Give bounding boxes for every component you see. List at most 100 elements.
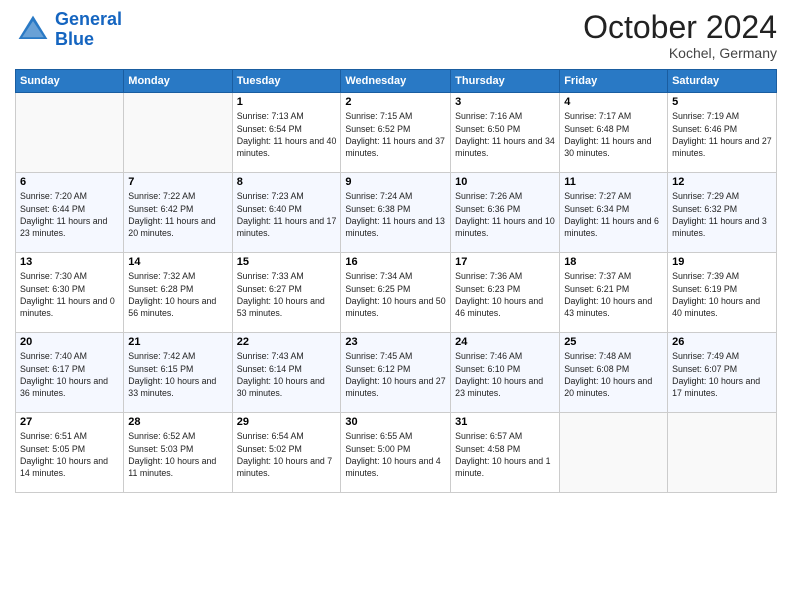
day-info: Sunrise: 7:22 AMSunset: 6:42 PMDaylight:…: [128, 190, 227, 239]
day-cell: 27 Sunrise: 6:51 AMSunset: 5:05 PMDayligh…: [16, 413, 124, 493]
day-cell: 21 Sunrise: 7:42 AMSunset: 6:15 PMDayligh…: [124, 333, 232, 413]
day-number: 30: [345, 416, 446, 428]
day-info: Sunrise: 7:46 AMSunset: 6:10 PMDaylight:…: [455, 350, 555, 399]
day-number: 12: [672, 176, 772, 188]
page: General Blue October 2024 Kochel, German…: [0, 0, 792, 612]
month-title: October 2024: [583, 10, 777, 45]
day-cell: 8 Sunrise: 7:23 AMSunset: 6:40 PMDaylight…: [232, 173, 341, 253]
day-info: Sunrise: 7:13 AMSunset: 6:54 PMDaylight:…: [237, 110, 337, 159]
day-number: 24: [455, 336, 555, 348]
day-cell: 5Sunrise: 7:19 AMSunset: 6:46 PMDaylight…: [668, 93, 777, 173]
day-cell: [16, 93, 124, 173]
day-info: Sunrise: 7:40 AMSunset: 6:17 PMDaylight:…: [20, 350, 119, 399]
day-info: Sunrise: 7:48 AMSunset: 6:08 PMDaylight:…: [564, 350, 663, 399]
day-number: 7: [128, 176, 227, 188]
header-wednesday: Wednesday: [341, 70, 451, 93]
day-info: Sunrise: 7:43 AMSunset: 6:14 PMDaylight:…: [237, 350, 337, 399]
calendar-table: Sunday Monday Tuesday Wednesday Thursday…: [15, 69, 777, 493]
day-info: Sunrise: 6:52 AMSunset: 5:03 PMDaylight:…: [128, 430, 227, 479]
day-number: 13: [20, 256, 119, 268]
logo-text: General Blue: [55, 10, 122, 50]
day-number: 28: [128, 416, 227, 428]
day-cell: 3Sunrise: 7:16 AMSunset: 6:50 PMDaylight…: [451, 93, 560, 173]
day-cell: 12 Sunrise: 7:29 AMSunset: 6:32 PMDayligh…: [668, 173, 777, 253]
day-cell: 22 Sunrise: 7:43 AMSunset: 6:14 PMDayligh…: [232, 333, 341, 413]
day-info: Sunrise: 7:27 AMSunset: 6:34 PMDaylight:…: [564, 190, 663, 239]
day-number: 16: [345, 256, 446, 268]
day-cell: 16Sunrise: 7:34 AMSunset: 6:25 PMDayligh…: [341, 253, 451, 333]
header: General Blue October 2024 Kochel, German…: [15, 10, 777, 61]
day-number: 27: [20, 416, 119, 428]
day-info: Sunrise: 7:39 AMSunset: 6:19 PMDaylight:…: [672, 270, 772, 319]
day-number: 10: [455, 176, 555, 188]
day-number: 29: [237, 416, 337, 428]
day-info: Sunrise: 7:15 AMSunset: 6:52 PMDaylight:…: [345, 110, 446, 159]
day-cell: 11Sunrise: 7:27 AMSunset: 6:34 PMDayligh…: [560, 173, 668, 253]
day-info: Sunrise: 7:49 AMSunset: 6:07 PMDaylight:…: [672, 350, 772, 399]
day-cell: 24 Sunrise: 7:46 AMSunset: 6:10 PMDayligh…: [451, 333, 560, 413]
week-row-4: 20Sunrise: 7:40 AMSunset: 6:17 PMDayligh…: [16, 333, 777, 413]
day-number: 19: [672, 256, 772, 268]
day-cell: 20Sunrise: 7:40 AMSunset: 6:17 PMDayligh…: [16, 333, 124, 413]
day-cell: 6Sunrise: 7:20 AMSunset: 6:44 PMDaylight…: [16, 173, 124, 253]
day-number: 25: [564, 336, 663, 348]
title-block: October 2024 Kochel, Germany: [583, 10, 777, 61]
day-number: 21: [128, 336, 227, 348]
day-info: Sunrise: 7:32 AMSunset: 6:28 PMDaylight:…: [128, 270, 227, 319]
day-number: 17: [455, 256, 555, 268]
day-info: Sunrise: 7:16 AMSunset: 6:50 PMDaylight:…: [455, 110, 555, 159]
day-cell: 14Sunrise: 7:32 AMSunset: 6:28 PMDayligh…: [124, 253, 232, 333]
day-cell: [560, 413, 668, 493]
day-number: 15: [237, 256, 337, 268]
day-info: Sunrise: 7:17 AMSunset: 6:48 PMDaylight:…: [564, 110, 663, 159]
header-monday: Monday: [124, 70, 232, 93]
day-cell: 10Sunrise: 7:26 AMSunset: 6:36 PMDayligh…: [451, 173, 560, 253]
day-cell: 4 Sunrise: 7:17 AMSunset: 6:48 PMDaylight…: [560, 93, 668, 173]
day-cell: 30Sunrise: 6:55 AMSunset: 5:00 PMDayligh…: [341, 413, 451, 493]
day-cell: 29 Sunrise: 6:54 AMSunset: 5:02 PMDayligh…: [232, 413, 341, 493]
day-number: 2: [345, 96, 446, 108]
day-info: Sunrise: 7:19 AMSunset: 6:46 PMDaylight:…: [672, 110, 772, 159]
day-number: 6: [20, 176, 119, 188]
day-cell: 7 Sunrise: 7:22 AMSunset: 6:42 PMDaylight…: [124, 173, 232, 253]
day-cell: 2 Sunrise: 7:15 AMSunset: 6:52 PMDaylight…: [341, 93, 451, 173]
day-number: 4: [564, 96, 663, 108]
day-cell: 31 Sunrise: 6:57 AMSunset: 4:58 PMDayligh…: [451, 413, 560, 493]
day-info: Sunrise: 7:37 AMSunset: 6:21 PMDaylight:…: [564, 270, 663, 319]
week-row-5: 27 Sunrise: 6:51 AMSunset: 5:05 PMDayligh…: [16, 413, 777, 493]
header-saturday: Saturday: [668, 70, 777, 93]
header-row: Sunday Monday Tuesday Wednesday Thursday…: [16, 70, 777, 93]
day-cell: 18Sunrise: 7:37 AMSunset: 6:21 PMDayligh…: [560, 253, 668, 333]
day-number: 23: [345, 336, 446, 348]
day-number: 22: [237, 336, 337, 348]
day-info: Sunrise: 7:36 AMSunset: 6:23 PMDaylight:…: [455, 270, 555, 319]
day-number: 26: [672, 336, 772, 348]
day-cell: 19 Sunrise: 7:39 AMSunset: 6:19 PMDayligh…: [668, 253, 777, 333]
day-number: 1: [237, 96, 337, 108]
day-cell: 13 Sunrise: 7:30 AMSunset: 6:30 PMDayligh…: [16, 253, 124, 333]
week-row-3: 13 Sunrise: 7:30 AMSunset: 6:30 PMDayligh…: [16, 253, 777, 333]
day-number: 8: [237, 176, 337, 188]
day-info: Sunrise: 6:54 AMSunset: 5:02 PMDaylight:…: [237, 430, 337, 479]
day-info: Sunrise: 6:57 AMSunset: 4:58 PMDaylight:…: [455, 430, 555, 479]
day-cell: 17 Sunrise: 7:36 AMSunset: 6:23 PMDayligh…: [451, 253, 560, 333]
day-info: Sunrise: 7:23 AMSunset: 6:40 PMDaylight:…: [237, 190, 337, 239]
day-info: Sunrise: 7:24 AMSunset: 6:38 PMDaylight:…: [345, 190, 446, 239]
day-number: 31: [455, 416, 555, 428]
logo: General Blue: [15, 10, 122, 50]
day-cell: 28 Sunrise: 6:52 AMSunset: 5:03 PMDayligh…: [124, 413, 232, 493]
day-info: Sunrise: 7:30 AMSunset: 6:30 PMDaylight:…: [20, 270, 119, 319]
week-row-2: 6Sunrise: 7:20 AMSunset: 6:44 PMDaylight…: [16, 173, 777, 253]
day-cell: [124, 93, 232, 173]
location: Kochel, Germany: [583, 45, 777, 61]
header-friday: Friday: [560, 70, 668, 93]
day-info: Sunrise: 7:45 AMSunset: 6:12 PMDaylight:…: [345, 350, 446, 399]
day-cell: 1 Sunrise: 7:13 AMSunset: 6:54 PMDaylight…: [232, 93, 341, 173]
day-number: 9: [345, 176, 446, 188]
day-info: Sunrise: 6:51 AMSunset: 5:05 PMDaylight:…: [20, 430, 119, 479]
header-sunday: Sunday: [16, 70, 124, 93]
day-cell: 25 Sunrise: 7:48 AMSunset: 6:08 PMDayligh…: [560, 333, 668, 413]
day-info: Sunrise: 7:42 AMSunset: 6:15 PMDaylight:…: [128, 350, 227, 399]
day-info: Sunrise: 7:29 AMSunset: 6:32 PMDaylight:…: [672, 190, 772, 239]
header-thursday: Thursday: [451, 70, 560, 93]
